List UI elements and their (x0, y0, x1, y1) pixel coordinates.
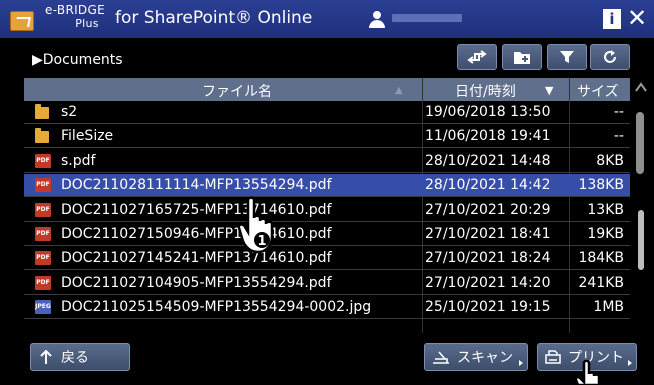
file-table: ファイル名 ▲ 日付/時刻 ▼ サイズ s2 19/06/2018 13:50 --… (24, 78, 630, 333)
step-number: 1 (257, 234, 266, 249)
user-icon (368, 11, 386, 29)
back-button[interactable]: 戻る (30, 343, 130, 371)
new-folder-button[interactable] (502, 44, 542, 70)
filter-icon (560, 51, 574, 63)
folder-icon (35, 104, 49, 119)
file-size: -- (613, 104, 624, 120)
close-icon[interactable]: ✕ (627, 5, 647, 31)
column-datetime[interactable]: 日付/時刻 (455, 81, 516, 101)
back-label: 戻る (61, 350, 89, 366)
file-name: DOC211027145241-MFP13714610.pdf (61, 250, 332, 267)
file-date: 27/10/2021 18:41 (425, 226, 551, 242)
pdf-file-icon: PDF (35, 227, 51, 241)
scroll-up-icon[interactable] (633, 78, 649, 98)
table-row[interactable]: PDF s.pdf 28/10/2021 14:48 8KB (24, 150, 630, 173)
pdf-file-icon: PDF (35, 178, 51, 193)
file-date: 19/06/2018 13:50 (425, 104, 551, 120)
file-name: DOC211027150946-MFP13714610.pdf (61, 226, 332, 242)
table-header: ファイル名 ▲ 日付/時刻 ▼ サイズ (24, 78, 630, 101)
table-row[interactable]: PDF DOC211027145241-MFP13714610.pdf 27/10/… (24, 247, 630, 271)
file-name: s.pdf (61, 152, 96, 169)
file-size: -- (613, 128, 624, 145)
column-filename[interactable]: ファイル名 (202, 81, 272, 101)
sort-desc-icon: ▼ (545, 84, 554, 97)
scrollbar-track[interactable] (638, 210, 644, 270)
file-date: 28/10/2021 14:42 (425, 177, 551, 194)
pointing-hand-icon: 1 (237, 196, 274, 254)
brand-line2: Plus (75, 17, 99, 30)
file-size: 1MB (593, 299, 624, 316)
refresh-button[interactable] (590, 44, 630, 70)
scan-icon (433, 351, 449, 364)
print-icon (545, 350, 561, 364)
jpeg-file-icon: JPEG (35, 300, 51, 315)
file-name: DOC211025154509-MFP13554294-0002.jpg (61, 299, 372, 316)
pdf-file-icon: PDF (35, 251, 51, 266)
file-date: 28/10/2021 14:48 (425, 152, 551, 169)
arrow-up-icon (40, 349, 52, 364)
file-date: 11/06/2018 19:41 (425, 128, 551, 145)
app-logo-icon (10, 11, 34, 31)
table-row[interactable]: FileSize 11/06/2018 19:41 -- (24, 125, 630, 149)
table-row[interactable]: PDF DOC211028111114-MFP13554294.pdf 28/10/… (24, 174, 630, 198)
table-row[interactable]: s2 19/06/2018 13:50 -- (24, 101, 630, 124)
scan-label: スキャン (457, 350, 513, 366)
submenu-caret-icon (519, 360, 523, 366)
app-title: for SharePoint® Online (115, 8, 313, 28)
file-name: DOC211028111114-MFP13554294.pdf (61, 177, 332, 194)
sort-indicator-icon: ▲ (395, 85, 403, 96)
file-date: 25/10/2021 19:15 (425, 299, 551, 316)
scrollbar-thumb[interactable] (636, 112, 644, 174)
move-up-button[interactable] (457, 44, 497, 70)
table-row[interactable]: PDF DOC211027165725-MFP13714610.pdf 27/10/… (24, 199, 630, 222)
file-size: 8KB (596, 152, 624, 169)
file-size: 138KB (578, 177, 624, 194)
new-folder-icon (514, 52, 530, 64)
pdf-file-icon: PDF (35, 153, 51, 168)
brand-logo: e-BRIDGE Plus (42, 3, 108, 31)
file-date: 27/10/2021 18:24 (425, 250, 551, 267)
folder-icon (35, 128, 49, 144)
user-name-redacted (392, 14, 462, 22)
file-name: FileSize (61, 128, 114, 145)
refresh-icon (604, 50, 616, 63)
file-size: 184KB (578, 250, 624, 267)
file-date: 27/10/2021 14:20 (425, 274, 551, 291)
file-date: 27/10/2021 20:29 (425, 201, 551, 218)
file-size: 19KB (587, 226, 624, 242)
path-bar: ▶Documents (18, 40, 636, 76)
table-row[interactable]: JPEG DOC211025154509-MFP13554294-0002.jpg… (24, 296, 630, 320)
file-name: DOC211027104905-MFP13554294.pdf (61, 274, 332, 291)
file-name: s2 (61, 104, 78, 120)
brand-line1: e-BRIDGE (45, 3, 105, 17)
file-name: DOC211027165725-MFP13714610.pdf (61, 201, 332, 218)
scan-button[interactable]: スキャン (424, 343, 528, 371)
pdf-file-icon: PDF (35, 202, 51, 217)
breadcrumb[interactable]: ▶Documents (32, 52, 123, 68)
table-row[interactable]: PDF DOC211027150946-MFP13714610.pdf 27/10/… (24, 223, 630, 246)
file-size: 13KB (587, 201, 624, 218)
submenu-caret-icon (628, 360, 632, 366)
pointing-hand-icon-2 (574, 360, 601, 385)
table-row[interactable]: PDF DOC211027104905-MFP13554294.pdf 27/10/… (24, 272, 630, 295)
column-size[interactable]: サイズ (577, 81, 619, 101)
move-icon (467, 50, 487, 64)
file-size: 241KB (578, 274, 624, 291)
pdf-file-icon: PDF (35, 275, 51, 290)
info-icon[interactable]: i (603, 9, 621, 29)
filter-button[interactable] (547, 44, 587, 70)
title-bar: e-BRIDGE Plus for SharePoint® Online i ✕ (0, 0, 654, 38)
